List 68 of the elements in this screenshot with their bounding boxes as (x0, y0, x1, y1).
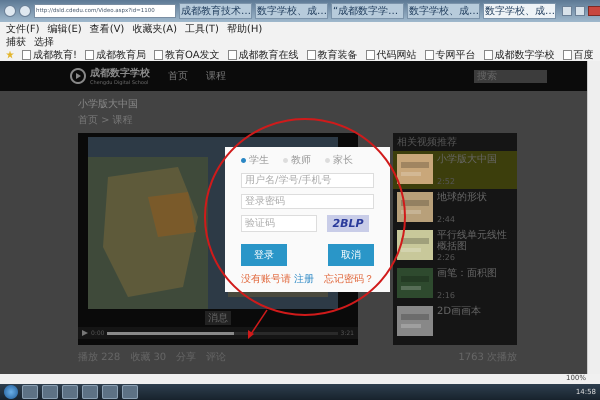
minimize-button[interactable] (562, 6, 572, 16)
maximize-button[interactable] (575, 6, 585, 16)
forward-button[interactable] (19, 5, 31, 17)
page-icon (366, 50, 375, 60)
browser-tab[interactable]: 数字学校、成… (483, 3, 556, 19)
start-button[interactable] (4, 385, 18, 399)
menu-item[interactable]: 查看(V) (90, 22, 124, 36)
captcha-image[interactable]: 2BLP (327, 215, 369, 232)
menu-item[interactable]: 帮助(H) (226, 22, 262, 36)
browser-tab[interactable]: “成都数字学… (331, 3, 404, 19)
scrollbar[interactable] (587, 61, 600, 374)
video-title: 画笔：面积图 (437, 268, 497, 279)
video-title: 平行线单元线性概括图 (437, 230, 508, 252)
page-icon (424, 50, 434, 60)
video-duration: 2:52 (437, 177, 456, 186)
favorite-link[interactable]: 成都教育在线 (238, 48, 299, 62)
menu-item[interactable]: 文件(F) (6, 22, 40, 36)
password-field[interactable]: 登录密码 (241, 194, 374, 209)
favorite-link[interactable]: 教育装备 (318, 48, 358, 62)
command-button[interactable]: 选择 (34, 34, 54, 48)
video-caption: 消息 (205, 311, 231, 325)
page-icon (306, 50, 316, 60)
browser-tab[interactable]: 数字学校、成… (407, 3, 480, 19)
register-text: 没有账号请 注册 (241, 272, 314, 286)
favorite-link[interactable]: 教育OA发文 (165, 48, 220, 62)
video-title: 小学版大中国 (437, 154, 497, 165)
favorite-link[interactable]: 成都教育局 (96, 48, 146, 62)
nav-link[interactable]: 课程 (206, 69, 226, 83)
taskbar-app-icon[interactable] (42, 385, 58, 399)
arrow (248, 310, 268, 339)
logo-title: 成都数字学校 (90, 66, 150, 80)
close-button[interactable] (588, 6, 600, 16)
taskbar-app-icon[interactable] (122, 385, 138, 399)
captcha-field[interactable]: 验证码 (241, 215, 317, 232)
video-duration: 2:16 (437, 291, 456, 300)
menu-item[interactable]: 工具(T) (185, 22, 219, 36)
browser-tab[interactable]: 数字学校、成… (255, 3, 328, 19)
register-link[interactable]: 注册 (294, 274, 314, 285)
page-icon (484, 50, 493, 60)
menu-item[interactable]: 收藏夹(A) (132, 22, 177, 36)
back-button[interactable] (4, 5, 16, 17)
video-title: 地球的形状 (437, 192, 487, 203)
page-icon (154, 50, 164, 60)
progress-track[interactable] (107, 332, 338, 334)
panel-title: 相关视频推荐 (396, 136, 458, 150)
play-icon[interactable] (82, 330, 88, 336)
nav-link[interactable]: 首页 (168, 69, 188, 83)
favorite-link[interactable]: 专网平台 (436, 48, 476, 62)
taskbar-app-icon[interactable] (102, 385, 118, 399)
taskbar-app-icon[interactable] (82, 385, 98, 399)
play-logo-icon (70, 68, 86, 84)
page-icon (228, 50, 237, 60)
menu-item[interactable]: 编辑(E) (48, 22, 82, 36)
video-duration: 2:26 (437, 253, 456, 262)
favorite-link[interactable]: 成都数字学校 (494, 48, 555, 62)
video-duration: 2:44 (437, 215, 456, 224)
favorite-link[interactable]: 代码网站 (376, 48, 417, 62)
page-icon (22, 50, 31, 60)
page-icon (85, 50, 94, 60)
video-title: 2D画画本 (437, 306, 482, 317)
favorite-link[interactable]: 成都教育! (33, 48, 78, 62)
username-field[interactable]: 用户名/学号/手机号 (241, 173, 374, 188)
browser-tab[interactable]: 成都教育技术… (179, 3, 252, 19)
command-button[interactable]: 捕获 (6, 34, 26, 48)
page-title: 小学版大中国 (78, 98, 139, 111)
taskbar-app-icon[interactable] (62, 385, 78, 399)
favorite-link[interactable]: 百度 (574, 48, 594, 62)
page-icon (562, 50, 572, 60)
